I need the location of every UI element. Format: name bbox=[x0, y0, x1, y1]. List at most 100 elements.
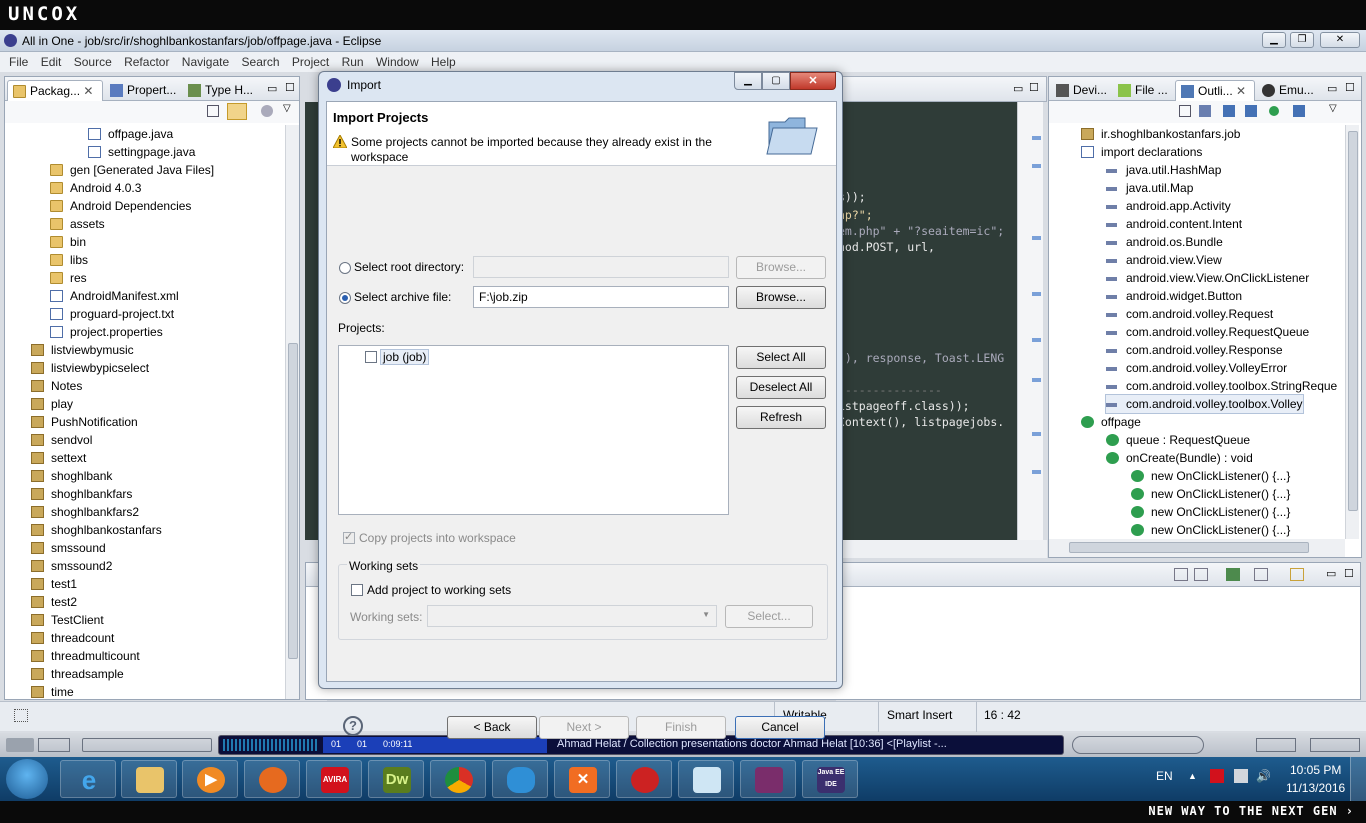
help-icon[interactable]: ? bbox=[343, 716, 363, 736]
tree-item[interactable]: threadmulticount bbox=[31, 647, 140, 665]
tree-item[interactable]: android.widget.Button bbox=[1106, 287, 1242, 305]
tab-package-explorer[interactable]: Packag... ✕ bbox=[7, 80, 103, 101]
playback-buttons[interactable] bbox=[1072, 736, 1204, 754]
tree-item[interactable]: smssound bbox=[31, 539, 106, 557]
close-button[interactable]: ✕ bbox=[1320, 32, 1360, 48]
menu-refactor[interactable]: Refactor bbox=[124, 55, 169, 69]
archive-file-radio[interactable] bbox=[339, 292, 351, 304]
tray-expand-icon[interactable]: ▲ bbox=[1188, 771, 1197, 781]
tray-app-icon[interactable] bbox=[1234, 769, 1248, 783]
console-maximize-icon[interactable]: ☐ bbox=[1344, 567, 1354, 580]
marker-icon[interactable] bbox=[1032, 338, 1041, 342]
tree-item[interactable]: listviewbymusic bbox=[31, 341, 134, 359]
tree-item[interactable]: com.android.volley.toolbox.StringReque bbox=[1106, 377, 1337, 395]
maximize-button[interactable]: ❐ bbox=[1290, 32, 1314, 48]
tree-item[interactable]: PushNotification bbox=[31, 413, 138, 431]
select-all-button[interactable]: Select All bbox=[736, 346, 826, 369]
xampp-icon[interactable]: ✕ bbox=[554, 760, 610, 798]
tree-item[interactable]: threadsample bbox=[31, 665, 124, 683]
add-to-working-sets-checkbox[interactable] bbox=[351, 584, 363, 596]
tree-item[interactable]: android.os.Bundle bbox=[1106, 233, 1223, 251]
minimize-view-icon[interactable]: ▭ bbox=[267, 82, 277, 95]
tree-item[interactable]: com.android.volley.VolleyError bbox=[1106, 359, 1287, 377]
clock-date[interactable]: 11/13/2016 bbox=[1286, 781, 1345, 795]
tree-item[interactable]: Android Dependencies bbox=[50, 197, 191, 215]
java-ee-ide-icon[interactable]: Java EE IDE bbox=[802, 760, 858, 798]
menu-help[interactable]: Help bbox=[431, 55, 456, 69]
hide-nonpublic-icon[interactable] bbox=[1269, 106, 1279, 116]
media-player-icon[interactable]: ▶ bbox=[182, 760, 238, 798]
player-mode-buttons[interactable] bbox=[38, 738, 70, 752]
editor-minimize-icon[interactable]: ▭ bbox=[1013, 82, 1023, 95]
chevron-down-icon[interactable]: ▽ bbox=[283, 103, 291, 114]
firefox-icon[interactable] bbox=[244, 760, 300, 798]
tree-item[interactable]: AndroidManifest.xml bbox=[50, 287, 179, 305]
marker-icon[interactable] bbox=[1032, 292, 1041, 296]
tree-item[interactable]: queue : RequestQueue bbox=[1106, 431, 1250, 449]
tree-item[interactable]: TestClient bbox=[31, 611, 104, 629]
marker-icon[interactable] bbox=[1032, 136, 1041, 140]
avira-tray-icon[interactable] bbox=[1210, 769, 1224, 783]
tree-item[interactable]: onCreate(Bundle) : void bbox=[1106, 449, 1253, 467]
editor-maximize-icon[interactable]: ☐ bbox=[1029, 81, 1039, 94]
open-console-icon[interactable] bbox=[1290, 568, 1304, 581]
collapse-all-icon[interactable] bbox=[1179, 105, 1191, 117]
sort-icon[interactable] bbox=[1199, 105, 1211, 117]
tree-item[interactable]: libs bbox=[50, 251, 88, 269]
player-window-buttons[interactable] bbox=[1310, 738, 1360, 752]
browse-root-button[interactable]: Browse... bbox=[736, 256, 826, 279]
tree-item[interactable]: com.android.volley.Response bbox=[1106, 341, 1283, 359]
root-directory-input[interactable] bbox=[473, 256, 729, 278]
marker-icon[interactable] bbox=[1032, 470, 1041, 474]
tree-item[interactable]: import declarations bbox=[1081, 143, 1202, 161]
tab-file-explorer[interactable]: File ... bbox=[1113, 80, 1173, 101]
hide-fields-icon[interactable] bbox=[1223, 105, 1235, 117]
tree-item[interactable]: sendvol bbox=[31, 431, 92, 449]
tab-type-hierarchy[interactable]: Type H... bbox=[183, 80, 259, 101]
right-maximize-icon[interactable]: ☐ bbox=[1345, 81, 1355, 94]
tree-item[interactable]: test1 bbox=[31, 575, 77, 593]
tree-item[interactable]: new OnClickListener() {...} bbox=[1131, 485, 1290, 503]
overview-ruler[interactable] bbox=[1017, 102, 1043, 540]
right-scroll-thumb[interactable] bbox=[1348, 131, 1358, 511]
finish-button[interactable]: Finish bbox=[636, 716, 726, 739]
tree-item[interactable]: bin bbox=[50, 233, 86, 251]
tree-item[interactable]: test2 bbox=[31, 593, 77, 611]
tree-item[interactable]: java.util.HashMap bbox=[1106, 161, 1221, 179]
console-tool-icon[interactable] bbox=[1194, 568, 1208, 581]
hide-static-icon[interactable] bbox=[1245, 105, 1257, 117]
tree-item[interactable]: offpage.java bbox=[88, 125, 173, 143]
menu-search[interactable]: Search bbox=[242, 55, 280, 69]
right-hscrollbar[interactable] bbox=[1049, 539, 1345, 557]
tab-emulator[interactable]: Emu... bbox=[1257, 80, 1323, 101]
tree-item[interactable]: smssound2 bbox=[31, 557, 112, 575]
refresh-button[interactable]: Refresh bbox=[736, 406, 826, 429]
tree-item[interactable]: shoghlbankostanfars bbox=[31, 521, 162, 539]
back-button[interactable]: < Back bbox=[447, 716, 537, 739]
chrome-icon[interactable] bbox=[430, 760, 486, 798]
select-working-sets-button[interactable]: Select... bbox=[725, 605, 813, 628]
tree-item[interactable]: com.android.volley.RequestQueue bbox=[1106, 323, 1309, 341]
tree-item[interactable]: android.view.View bbox=[1106, 251, 1222, 269]
tree-item[interactable]: android.content.Intent bbox=[1106, 215, 1242, 233]
tree-item[interactable]: com.android.volley.Request bbox=[1106, 305, 1273, 323]
left-scrollbar[interactable] bbox=[285, 125, 299, 699]
marker-icon[interactable] bbox=[1032, 236, 1041, 240]
dialog-minimize-button[interactable]: ▁ bbox=[734, 72, 762, 90]
avira-icon[interactable]: AVIRA bbox=[306, 760, 362, 798]
start-orb-icon[interactable] bbox=[6, 759, 48, 799]
player-controls[interactable] bbox=[82, 738, 212, 752]
right-scrollbar[interactable] bbox=[1345, 125, 1359, 539]
view-menu-icon[interactable] bbox=[261, 105, 273, 117]
tree-item[interactable]: listviewbypicselect bbox=[31, 359, 149, 377]
next-button[interactable]: Next > bbox=[539, 716, 629, 739]
tree-item[interactable]: time bbox=[31, 683, 74, 699]
menu-run[interactable]: Run bbox=[342, 55, 364, 69]
dialog-maximize-button[interactable]: ▢ bbox=[762, 72, 790, 90]
menu-source[interactable]: Source bbox=[74, 55, 112, 69]
marker-icon[interactable] bbox=[1032, 164, 1041, 168]
tree-item[interactable]: project.properties bbox=[50, 323, 163, 341]
link-with-editor-icon[interactable] bbox=[227, 103, 247, 120]
console-pin-icon[interactable] bbox=[1226, 568, 1240, 581]
notepad-icon[interactable] bbox=[678, 760, 734, 798]
